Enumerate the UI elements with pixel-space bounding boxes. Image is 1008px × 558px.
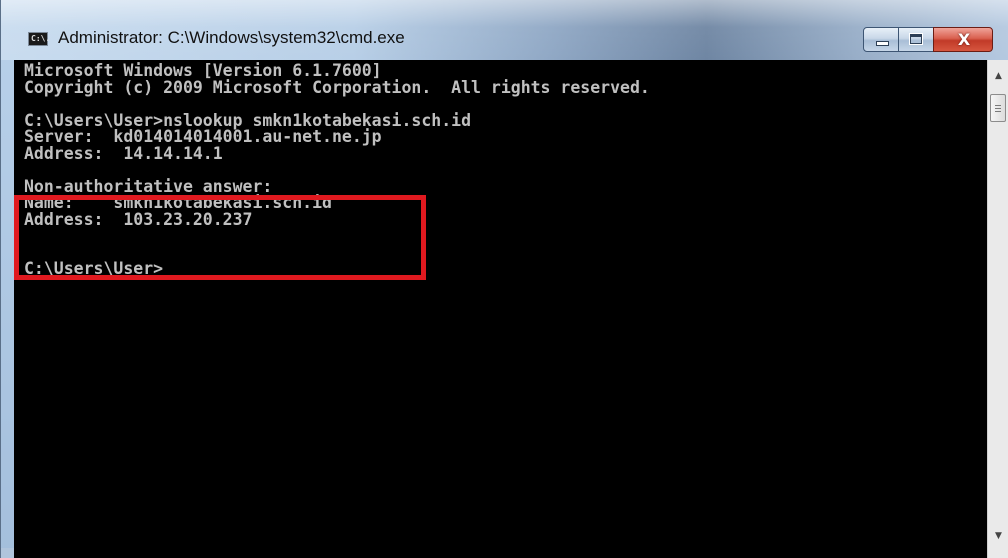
minimize-icon [876,41,889,46]
highlight-annotation-box [14,195,426,280]
maximize-icon [909,33,923,45]
cmd-app-icon-label: C:\. [31,34,51,43]
window-title: Administrator: C:\Windows\system32\cmd.e… [58,28,405,47]
scroll-thumb-grip [995,105,1001,106]
console-output[interactable]: Microsoft Windows [Version 6.1.7600] Cop… [14,60,987,558]
scroll-down-arrow-icon[interactable]: ▼ [988,526,1008,546]
scroll-thumb-grip [995,108,1001,109]
cmd-window: C:\. Administrator: C:\Windows\system32\… [0,0,1008,558]
cmd-app-icon[interactable]: C:\. [28,32,51,46]
scroll-up-arrow-icon[interactable]: ▲ [988,66,1008,86]
close-icon: X [957,30,971,49]
close-button[interactable]: X [933,27,993,52]
maximize-button[interactable] [898,27,934,52]
scroll-thumb[interactable] [990,94,1006,122]
vertical-scrollbar[interactable]: ▲ ▼ [987,60,1008,558]
console-line-server-address: Address: 14.14.14.1 [24,143,223,163]
title-bar[interactable]: C:\. Administrator: C:\Windows\system32\… [1,0,1008,60]
window-frame-edge [1,548,14,558]
console-line-copyright: Copyright (c) 2009 Microsoft Corporation… [24,77,650,97]
minimize-button[interactable] [863,27,899,52]
scroll-thumb-grip [995,111,1001,112]
